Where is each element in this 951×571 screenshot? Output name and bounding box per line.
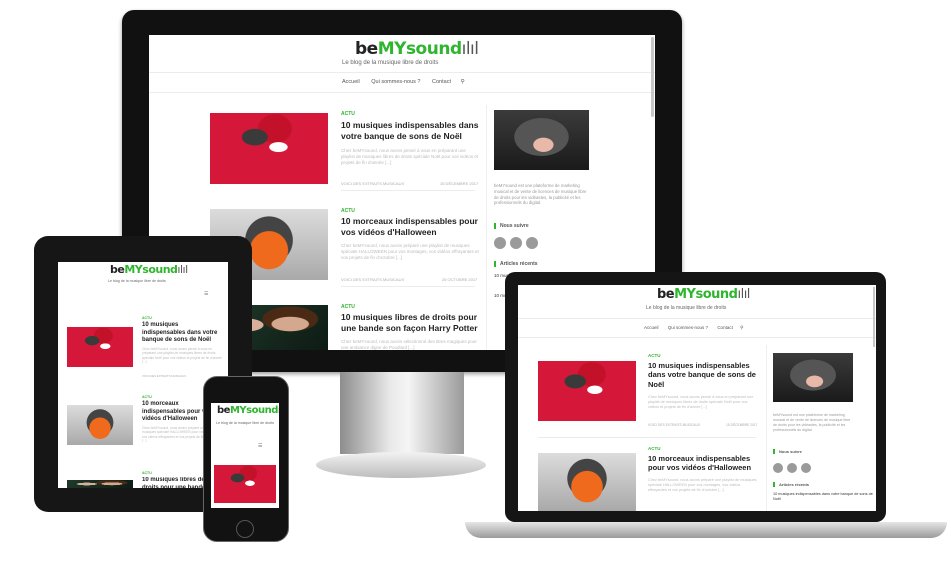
post-category[interactable]: ACTU xyxy=(341,111,355,117)
post-category[interactable]: ACTU xyxy=(142,316,152,320)
site-logo[interactable]: beMYsoundılıl xyxy=(217,405,279,416)
post-category[interactable]: ACTU xyxy=(648,446,661,451)
sidebar-about-text: beMYsound est une plateforme de marketin… xyxy=(773,413,851,432)
linkedin-icon[interactable] xyxy=(526,237,538,249)
post-thumbnail-christmas[interactable] xyxy=(214,465,276,503)
recent-widget-title: Articles récents xyxy=(773,482,809,487)
post-thumbnail-christmas[interactable] xyxy=(67,327,133,367)
sidebar-separator xyxy=(486,105,487,350)
social-icons xyxy=(773,460,815,478)
post-author: VOICI DES EXTRAITS MUSICAUX xyxy=(341,181,405,186)
linkedin-icon[interactable] xyxy=(801,463,811,473)
post-title[interactable]: 10 musiques libres de droits pour une ba… xyxy=(341,312,479,333)
sidebar-separator xyxy=(766,345,767,511)
nav-item-who[interactable]: Qui sommes-nous ? xyxy=(371,79,420,85)
post-category[interactable]: ACTU xyxy=(341,208,355,214)
main-nav: Accueil Qui sommes-nous ? Contact ⚲ xyxy=(342,79,465,85)
laptop-screen: beMYsoundılıl Le blog de la musique libr… xyxy=(518,285,876,511)
post-excerpt: Chez beMYsound, nous avons pensé à vous … xyxy=(341,148,479,166)
nav-item-home[interactable]: Accueil xyxy=(644,325,659,330)
social-icons xyxy=(494,236,542,254)
post-title[interactable]: 10 musiques indispensables dans votre ba… xyxy=(341,120,479,141)
post-divider xyxy=(538,437,756,438)
post-author: VOICI DES EXTRAITS MUSICAUX xyxy=(142,374,187,378)
search-icon[interactable]: ⚲ xyxy=(461,79,465,85)
site-tagline: Le blog de la musique libre de droits xyxy=(646,305,727,311)
post-thumbnail-halloween[interactable] xyxy=(67,405,133,445)
post-title[interactable]: 10 morceaux indispensables pour vos vidé… xyxy=(341,216,479,237)
post-excerpt: Chez beMYsound, nous avons préparé une p… xyxy=(648,478,757,493)
recent-widget-title: Articles récents xyxy=(494,261,538,267)
site-tagline: Le blog de la musique libre de droits xyxy=(108,279,166,283)
recent-item[interactable]: 10 musiques indispensables dans votre ba… xyxy=(773,492,873,500)
phone-home-button[interactable] xyxy=(236,520,254,538)
twitter-icon[interactable] xyxy=(773,463,783,473)
post-date: 15 DÉCEMBRE 2017 xyxy=(726,423,758,427)
post-author: VOICI DES EXTRAITS MUSICAUX xyxy=(648,423,701,427)
site-tagline: Le blog de la musique libre de droits xyxy=(342,60,439,66)
site-logo[interactable]: beMYsoundılıl xyxy=(355,39,479,59)
post-excerpt: Chez beMYsound, nous avons sélectionné d… xyxy=(341,339,477,350)
site-tagline: Le blog de la musique libre de droits xyxy=(216,421,274,425)
post-category[interactable]: ACTU xyxy=(142,395,152,399)
nav-item-home[interactable]: Accueil xyxy=(342,79,360,85)
post-thumbnail-halloween[interactable] xyxy=(538,453,636,511)
post-title[interactable]: 10 morceaux indispensables pour vos vidé… xyxy=(648,454,758,473)
site-logo[interactable]: beMYsoundılıl xyxy=(110,263,188,276)
hamburger-menu-icon[interactable]: ☰ xyxy=(258,443,262,449)
scrollbar[interactable] xyxy=(873,287,875,347)
phone-screen: beMYsoundılıl Le blog de la musique libr… xyxy=(211,403,279,508)
post-author: VOICI DES EXTRAITS MUSICAUX xyxy=(341,277,405,282)
post-date: 15 DÉCEMBRE 2017 xyxy=(440,181,479,186)
laptop-base xyxy=(465,522,947,538)
post-divider xyxy=(341,286,475,287)
site-logo[interactable]: beMYsoundılıl xyxy=(657,287,750,302)
hamburger-menu-icon[interactable]: ☰ xyxy=(204,291,208,297)
twitter-icon[interactable] xyxy=(494,237,506,249)
post-category[interactable]: ACTU xyxy=(142,471,152,475)
sidebar-image xyxy=(773,353,853,402)
post-category[interactable]: ACTU xyxy=(341,304,355,310)
nav-item-contact[interactable]: Contact xyxy=(432,79,451,85)
post-divider xyxy=(341,190,475,191)
nav-item-contact[interactable]: Contact xyxy=(717,325,733,330)
sidebar-image xyxy=(494,110,589,170)
nav-divider xyxy=(518,337,876,338)
nav-item-who[interactable]: Qui sommes-nous ? xyxy=(668,325,708,330)
desktop-stand-neck xyxy=(340,372,464,454)
scrollbar[interactable] xyxy=(651,37,654,117)
header-divider xyxy=(518,318,876,319)
sidebar-about-text: beMYsound est une plateforme de marketin… xyxy=(494,183,587,206)
follow-widget-title: Nous suivre xyxy=(773,449,802,454)
search-icon[interactable]: ⚲ xyxy=(740,325,743,330)
post-thumbnail-christmas[interactable] xyxy=(210,113,328,184)
post-title[interactable]: 10 musiques indispensables dans votre ba… xyxy=(142,322,222,345)
facebook-icon[interactable] xyxy=(787,463,797,473)
desktop-stand-base xyxy=(316,452,486,478)
main-nav: Accueil Qui sommes-nous ? Contact ⚲ xyxy=(644,325,743,331)
facebook-icon[interactable] xyxy=(510,237,522,249)
follow-widget-title: Nous suivre xyxy=(494,223,529,229)
header-divider xyxy=(149,72,655,73)
post-title[interactable]: 10 musiques indispensables dans votre ba… xyxy=(648,361,758,389)
post-excerpt: Chez beMYsound, nous avons préparé une p… xyxy=(341,243,479,261)
post-date: 25 OCTOBRE 2017 xyxy=(442,277,478,282)
post-thumbnail-christmas[interactable] xyxy=(538,361,636,421)
nav-divider xyxy=(149,92,655,93)
post-excerpt: Chez beMYsound, nous avons pensé à vous … xyxy=(142,347,222,363)
post-category[interactable]: ACTU xyxy=(648,353,661,358)
post-thumbnail-harry-potter[interactable] xyxy=(67,480,133,488)
post-excerpt: Chez beMYsound, nous avons pensé à vous … xyxy=(648,395,754,410)
